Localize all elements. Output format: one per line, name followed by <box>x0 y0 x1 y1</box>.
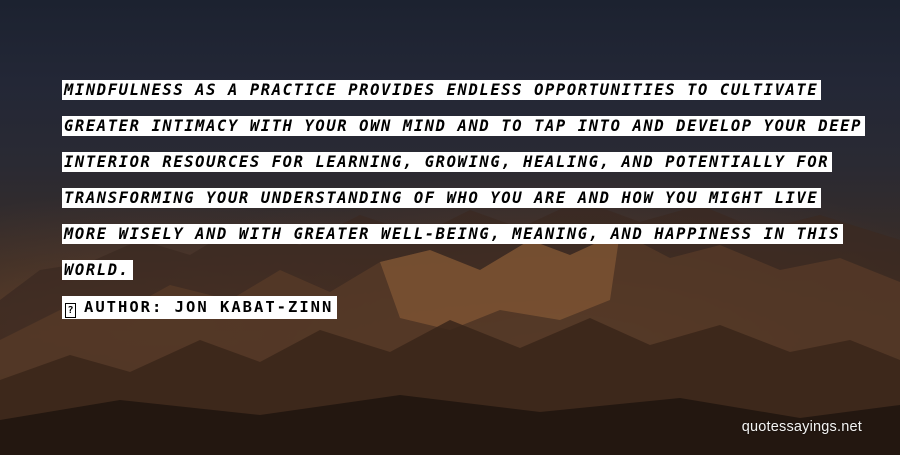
quote-image: MINDFULNESS AS A PRACTICE PROVIDES ENDLE… <box>0 0 900 455</box>
quote-line-text: INTERIOR RESOURCES FOR LEARNING, GROWING… <box>62 152 833 172</box>
quote-line: MORE WISELY AND WITH GREATER WELL-BEING,… <box>62 224 852 260</box>
quote-line: INTERIOR RESOURCES FOR LEARNING, GROWING… <box>62 152 852 188</box>
quote-line: WORLD. <box>62 260 852 296</box>
author-line: ? AUTHOR: JON KABAT-ZINN <box>62 296 852 326</box>
quote-line-text: MINDFULNESS AS A PRACTICE PROVIDES ENDLE… <box>62 80 822 100</box>
quote-line: TRANSFORMING YOUR UNDERSTANDING OF WHO Y… <box>62 188 852 224</box>
quote-line: GREATER INTIMACY WITH YOUR OWN MIND AND … <box>62 116 866 152</box>
quote-line-text: GREATER INTIMACY WITH YOUR OWN MIND AND … <box>62 116 866 136</box>
quote-text-block: MINDFULNESS AS A PRACTICE PROVIDES ENDLE… <box>62 80 866 326</box>
author-name: JON KABAT-ZINN <box>174 298 334 316</box>
site-watermark: quotessayings.net <box>741 419 862 435</box>
missing-glyph-icon: ? <box>65 303 76 318</box>
quote-line-text: MORE WISELY AND WITH GREATER WELL-BEING,… <box>62 224 844 244</box>
quote-line-text: WORLD. <box>62 260 133 280</box>
quote-line-text: TRANSFORMING YOUR UNDERSTANDING OF WHO Y… <box>62 188 822 208</box>
author-prefix: AUTHOR: <box>84 298 164 316</box>
quote-line: MINDFULNESS AS A PRACTICE PROVIDES ENDLE… <box>62 80 852 116</box>
author-attribution: ? AUTHOR: JON KABAT-ZINN <box>62 296 338 319</box>
